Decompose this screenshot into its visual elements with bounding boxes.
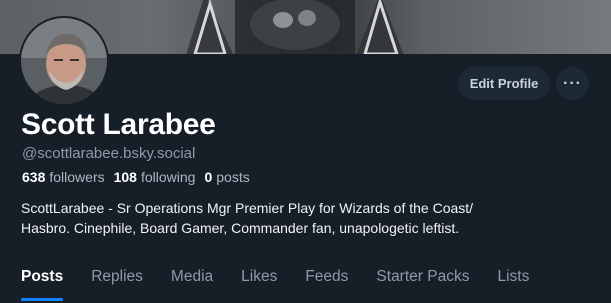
tab-starter-packs[interactable]: Starter Packs [376,258,469,303]
tab-posts[interactable]: Posts [21,258,64,303]
profile-stats: 638 followers 108 following 0 posts [22,169,250,185]
followers-count: 638 [22,169,46,185]
tab-replies[interactable]: Replies [91,258,143,303]
posts-label: posts [216,169,250,185]
more-options-button[interactable]: ··· [556,67,589,100]
tab-lists[interactable]: Lists [497,258,529,303]
profile-tabs: Posts Replies Media Likes Feeds Starter … [0,258,611,303]
profile-handle[interactable]: @scottlarabee.bsky.social [22,145,195,162]
active-tab-indicator [21,298,64,301]
profile-display-name: Scott Larabee [21,108,216,141]
tab-likes[interactable]: Likes [241,258,277,303]
tab-label: Posts [21,268,64,285]
tab-media[interactable]: Media [171,258,213,303]
tab-label: Lists [497,268,530,285]
ellipsis-icon: ··· [563,74,582,92]
banner-artwork [186,0,404,54]
posts-count: 0 [204,169,213,185]
posts-stat: 0 posts [204,169,249,185]
profile-bio: ScottLarabee - Sr Operations Mgr Premier… [21,198,596,238]
profile-avatar[interactable] [19,16,109,106]
tab-label: Feeds [305,268,349,285]
profile-page: Edit Profile ··· Scott Larabee @scottlar… [0,0,611,303]
tab-label: Replies [91,268,143,285]
tab-feeds[interactable]: Feeds [305,258,348,303]
avatar-photo [21,18,107,104]
tab-label: Starter Packs [376,268,470,285]
following-label: following [140,169,196,185]
bio-line: Hasbro. Cinephile, Board Gamer, Commande… [21,220,460,236]
edit-profile-button[interactable]: Edit Profile [458,67,550,100]
tab-label: Media [170,268,214,285]
following-count: 108 [113,169,137,185]
followers-link[interactable]: 638 followers [22,169,105,185]
bio-line: ScottLarabee - Sr Operations Mgr Premier… [21,200,474,216]
following-link[interactable]: 108 following [114,169,196,185]
followers-label: followers [49,169,105,185]
tab-label: Likes [241,268,278,285]
